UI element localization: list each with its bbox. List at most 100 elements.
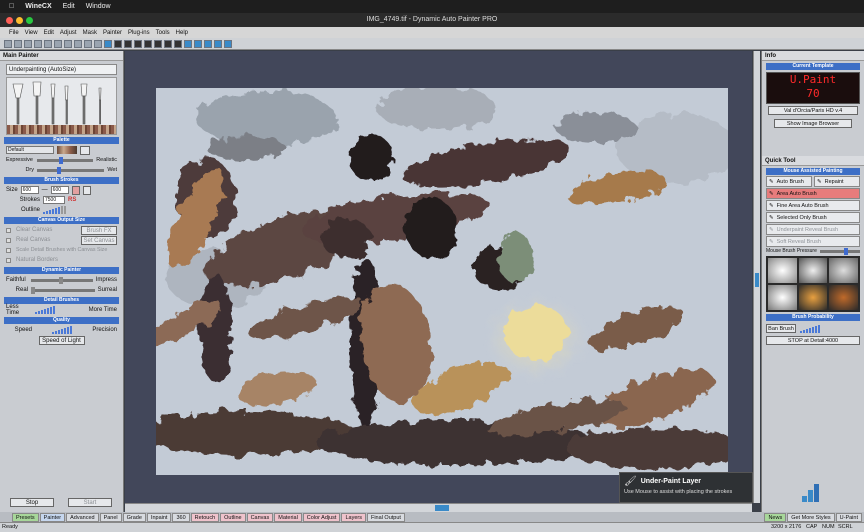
menu-adjust[interactable]: Adjust [60, 30, 77, 36]
pressure-slider[interactable] [819, 247, 860, 255]
close-icon[interactable] [6, 17, 13, 24]
zoom-icon[interactable] [26, 17, 33, 24]
detail-ramp[interactable] [35, 306, 86, 314]
soft-reveal-brush-button[interactable]: ✎ Soft Reveal Brush [766, 236, 860, 247]
tab-layers[interactable]: Layers [341, 512, 366, 522]
real-slider[interactable] [31, 286, 95, 294]
minimize-icon[interactable] [16, 17, 23, 24]
hscroll-thumb[interactable] [435, 505, 449, 511]
record-icon[interactable] [164, 39, 172, 48]
mac-menu-window[interactable]: Window [86, 3, 111, 10]
tab-outline[interactable]: Outline [220, 512, 246, 522]
menu-file[interactable]: File [9, 30, 19, 36]
start-button[interactable]: Start [68, 498, 112, 507]
brush-fx-button[interactable]: Brush FX [81, 225, 117, 235]
vertical-scrollbar[interactable] [753, 51, 760, 503]
menu-help[interactable]: Help [176, 30, 188, 36]
new-icon[interactable] [4, 39, 12, 48]
auto-brush-button[interactable]: ✎ Auto Brush [766, 176, 812, 187]
tab-panel[interactable]: Panel [99, 512, 122, 522]
tab-final-output[interactable]: Final Output [366, 512, 405, 522]
undo-icon[interactable] [44, 39, 52, 48]
dry-wet-slider[interactable] [37, 166, 105, 174]
rs-button[interactable]: RS [68, 197, 76, 203]
color-icon[interactable] [184, 39, 192, 48]
painting-canvas[interactable] [156, 88, 728, 475]
key-icon[interactable] [194, 39, 202, 48]
repaint-button[interactable]: ✎ Repaint [814, 176, 860, 187]
scale-detail-checkbox[interactable] [6, 247, 11, 253]
underpaint-reveal-brush-button[interactable]: ✎ Underpaint Reveal Brush [766, 224, 860, 235]
area-auto-brush-button[interactable]: ✎ Area Auto Brush [766, 188, 860, 199]
size-lock-button[interactable] [82, 185, 91, 195]
fine-area-auto-brush-button[interactable]: ✎ Fine Area Auto Brush [766, 200, 860, 211]
ban-brush-button[interactable]: Ban Brush [766, 324, 796, 333]
faithful-slider[interactable] [31, 276, 93, 284]
mask-icon[interactable] [74, 39, 82, 48]
monitor-icon[interactable] [224, 39, 232, 48]
tab-inpaint[interactable]: Inpaint [146, 512, 172, 522]
brush-preview[interactable] [6, 77, 117, 135]
palette-more-button[interactable] [80, 145, 90, 155]
expressive-slider[interactable] [37, 156, 94, 164]
help-icon[interactable] [204, 39, 212, 48]
stop-button[interactable]: Stop [10, 498, 54, 507]
mac-menu-edit[interactable]: Edit [63, 3, 75, 10]
export-icon[interactable] [34, 39, 42, 48]
tab-get-more-styles[interactable]: Get More Styles [787, 512, 835, 522]
tab-advanced[interactable]: Advanced [66, 512, 99, 522]
vscroll-thumb[interactable] [755, 273, 759, 287]
apple-icon[interactable]:  [9, 3, 14, 10]
speed-of-light-button[interactable]: Speed of Light [38, 335, 85, 345]
natural-borders-checkbox[interactable] [6, 257, 11, 263]
menu-edit[interactable]: Edit [44, 30, 54, 36]
real-canvas-checkbox[interactable] [6, 237, 11, 243]
tab-canvas[interactable]: Canvas [246, 512, 274, 522]
set-canvas-button[interactable]: Set Canvas [81, 235, 117, 245]
play-icon[interactable] [144, 39, 152, 48]
outline-ramp[interactable] [43, 206, 66, 214]
horizontal-scrollbar[interactable] [125, 503, 752, 512]
size-max-field[interactable]: 600 [50, 186, 69, 194]
stop-at-detail-button[interactable]: STOP at Detail:4000 [766, 336, 860, 345]
menu-view[interactable]: View [25, 30, 38, 36]
selected-only-brush-button[interactable]: ✎ Selected Only Brush [766, 212, 860, 223]
tab-color-adjust[interactable]: Color Adjust [302, 512, 341, 522]
tab-material[interactable]: Material [274, 512, 302, 522]
redo-icon[interactable] [54, 39, 62, 48]
tab-retouch[interactable]: Retouch [190, 512, 220, 522]
brush-texture-grid[interactable] [766, 256, 860, 312]
view-icon[interactable] [124, 39, 132, 48]
brush-icon[interactable] [174, 39, 182, 48]
clear-canvas-checkbox[interactable] [6, 227, 11, 233]
template-name[interactable]: Val d'Orcia/Paris HD v.4 [768, 106, 858, 115]
strokes-field[interactable]: 7500 [43, 196, 65, 204]
layer-icon[interactable] [114, 39, 122, 48]
show-image-browser-button[interactable]: Show Image Browser [774, 119, 852, 128]
tab-grade[interactable]: Grade [122, 512, 146, 522]
step-icon[interactable] [154, 39, 162, 48]
quality-ramp[interactable] [35, 326, 89, 334]
open-icon[interactable] [14, 39, 22, 48]
menu-tools[interactable]: Tools [156, 30, 170, 36]
crop-icon[interactable] [64, 39, 72, 48]
zoom-in-icon[interactable] [84, 39, 92, 48]
zoom-out-icon[interactable] [94, 39, 102, 48]
preset-name[interactable]: Underpainting (AutoSize) [6, 64, 117, 75]
stop-icon[interactable] [134, 39, 142, 48]
triangle-icon[interactable] [214, 39, 222, 48]
menu-mask[interactable]: Mask [83, 30, 97, 36]
save-icon[interactable] [24, 39, 32, 48]
tab-presets[interactable]: Presets [12, 512, 39, 522]
menu-painter[interactable]: Painter [103, 30, 122, 36]
tab-painter[interactable]: Painter [39, 512, 66, 522]
tab-u-paint[interactable]: U-Paint [835, 512, 862, 522]
palette-select[interactable]: Default [6, 146, 54, 154]
probability-ramp[interactable] [800, 324, 820, 333]
app-menu[interactable]: WineCX [25, 3, 51, 10]
menu-plugins[interactable]: Plug-ins [128, 30, 150, 36]
size-reset-button[interactable] [71, 185, 80, 195]
tab-news[interactable]: News [764, 512, 787, 522]
size-min-field[interactable]: 600 [20, 186, 39, 194]
tab-360[interactable]: 360 [172, 512, 190, 522]
